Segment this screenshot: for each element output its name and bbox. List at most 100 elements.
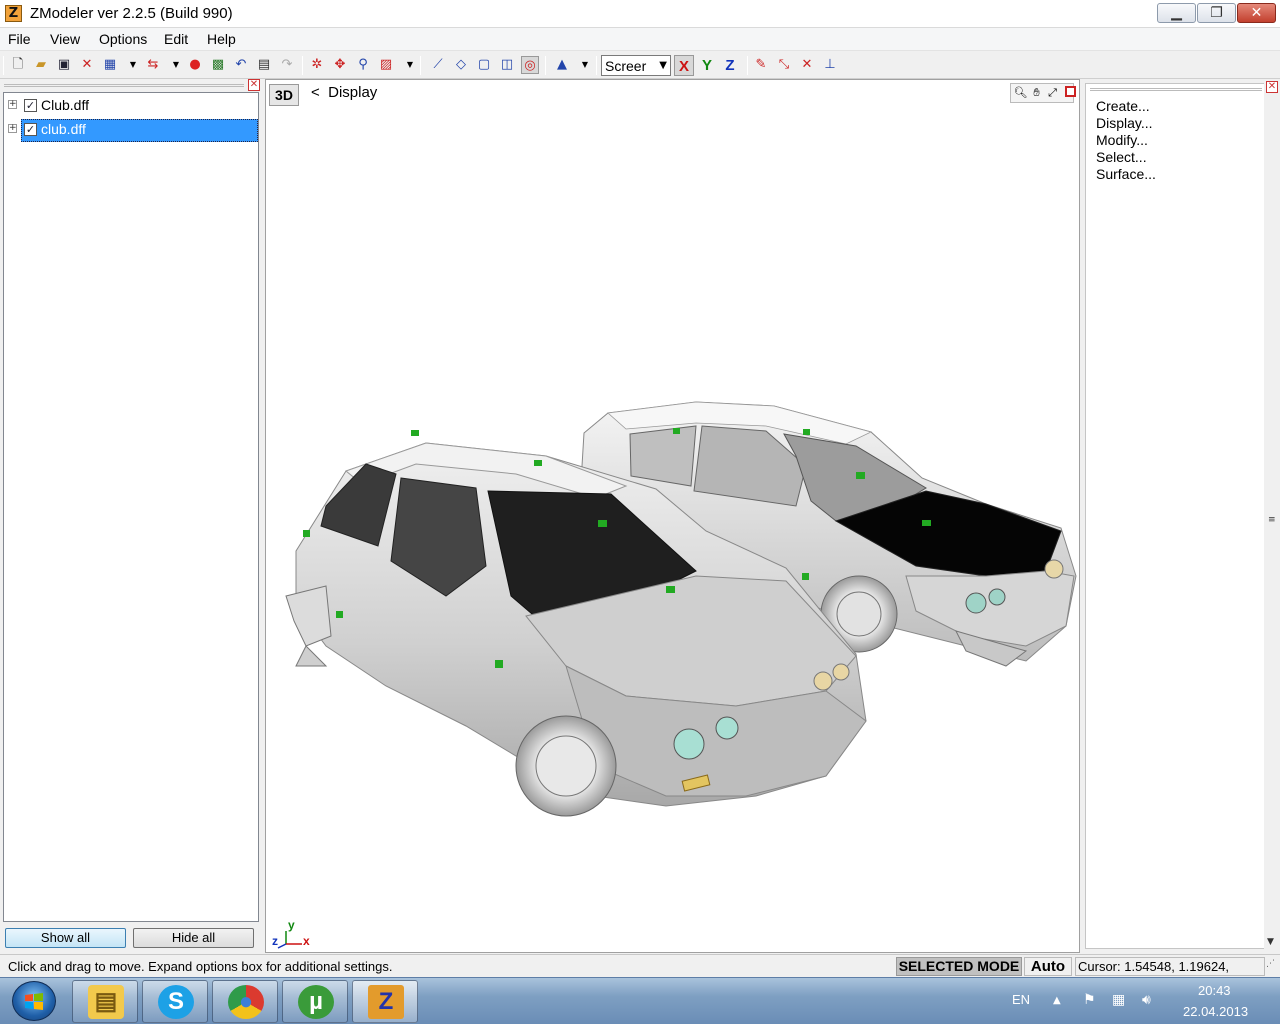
maximize-viewport-icon[interactable] — [1065, 86, 1076, 97]
windows-taskbar: ▤ S ● µ Z EN ▲ ⚑ ▦ 🔊︎ 20:43 22.04.2013 — [0, 977, 1280, 1024]
box-icon[interactable]: ◫ — [498, 56, 516, 74]
menu-options[interactable]: Options — [99, 31, 147, 47]
save-icon[interactable]: ▣ — [55, 56, 73, 74]
show-hidden-icons-icon[interactable]: ▲ — [1053, 995, 1061, 1006]
tools-dropdown-icon[interactable]: ▼ — [406, 56, 414, 74]
utorrent-icon: µ — [298, 985, 334, 1019]
rotate-icon[interactable]: ⚲ — [354, 56, 372, 74]
resize-grip-icon[interactable]: ⋰ — [1266, 959, 1275, 969]
clock-time[interactable]: 20:43 — [1198, 983, 1231, 998]
select-icon[interactable]: ✲ — [308, 56, 326, 74]
visibility-checkbox[interactable]: ✓ — [24, 123, 37, 136]
maximize-button[interactable]: ❐ — [1197, 3, 1236, 23]
taskbar-chrome-button[interactable]: ● — [212, 980, 278, 1023]
gizmo-x-label: x — [303, 934, 310, 948]
expand-icon[interactable]: + — [8, 124, 17, 133]
visibility-checkbox[interactable]: ✓ — [24, 99, 37, 112]
redo-icon[interactable]: ↷ — [278, 56, 296, 74]
taskbar-zmodeler-button[interactable]: Z — [352, 980, 418, 1023]
hide-all-button[interactable]: Hide all — [133, 928, 254, 948]
view-mode-select[interactable]: Screer ▼ — [601, 55, 671, 76]
zmodeler-app-icon[interactable]: Z — [5, 5, 22, 22]
zoom-icon[interactable]: 🔍︎ — [1013, 85, 1028, 101]
start-button[interactable] — [12, 981, 56, 1021]
toolbar-separator — [3, 56, 4, 75]
chevron-down-icon: ▼ — [659, 60, 667, 71]
tree-item-selected[interactable]: + ✓ club.dff — [5, 119, 258, 142]
command-modify[interactable]: Modify... — [1096, 132, 1148, 148]
taskbar-skype-button[interactable]: S — [142, 980, 208, 1023]
record-icon[interactable]: ● — [186, 56, 204, 74]
axis-y-lock-icon[interactable]: ⤡ — [775, 56, 793, 74]
taskbar-explorer-button[interactable]: ▤ — [72, 980, 138, 1023]
action-center-flag-icon[interactable]: ⚑ — [1083, 992, 1096, 1008]
command-display[interactable]: Display... — [1096, 115, 1153, 131]
viewport-header: 3D < Display 🔍︎ ✋︎ ⤢ — [266, 80, 1079, 106]
gizmo-y-label: y — [288, 918, 295, 932]
move-icon[interactable]: ✥ — [331, 56, 349, 74]
menu-help[interactable]: Help — [207, 31, 236, 47]
object-icon[interactable]: ▢ — [475, 56, 493, 74]
volume-icon[interactable]: 🔊︎ — [1142, 992, 1151, 1008]
fit-view-icon[interactable]: ⤢ — [1045, 85, 1060, 101]
scale-icon[interactable]: ▨ — [377, 56, 395, 74]
export-dropdown-icon[interactable]: ▼ — [172, 56, 180, 74]
vertex-icon[interactable]: ⟋ — [429, 56, 447, 74]
clock-date[interactable]: 22.04.2013 — [1183, 1004, 1248, 1019]
scroll-grip-icon[interactable]: ≡ — [1268, 515, 1276, 525]
command-select[interactable]: Select... — [1096, 149, 1147, 165]
network-icon[interactable]: ▦ — [1112, 992, 1125, 1008]
taskbar-utorrent-button[interactable]: µ — [282, 980, 348, 1023]
menu-edit[interactable]: Edit — [164, 31, 188, 47]
auto-mode-indicator[interactable]: Auto — [1024, 957, 1072, 976]
axis-all-icon[interactable]: ⊥ — [821, 56, 839, 74]
viewport-breadcrumb[interactable]: < Display — [311, 84, 377, 101]
back-icon[interactable]: < — [311, 84, 320, 101]
command-panel-scrollbar[interactable]: ✕ ≡ ▼ — [1264, 79, 1280, 953]
open-icon[interactable]: ▰ — [32, 56, 50, 74]
axis-z-button[interactable]: Z — [720, 55, 740, 76]
3d-viewport[interactable]: 3D < Display 🔍︎ ✋︎ ⤢ y x z — [265, 79, 1080, 953]
command-list: Create... Display... Modify... Select...… — [1085, 83, 1265, 949]
axis-x-lock-icon[interactable]: ✎ — [752, 56, 770, 74]
material-icon[interactable]: ▩ — [209, 56, 227, 74]
panel-header: ✕ — [4, 79, 260, 92]
new-icon[interactable]: 🗋 — [9, 56, 27, 74]
pan-hand-icon[interactable]: ✋︎ — [1029, 85, 1044, 101]
axis-z-lock-icon[interactable]: ✕ — [798, 56, 816, 74]
export-icon[interactable]: ⇆ — [144, 56, 162, 74]
menu-file[interactable]: File — [8, 31, 31, 47]
command-surface[interactable]: Surface... — [1096, 166, 1156, 182]
polygon-icon[interactable]: ◇ — [452, 56, 470, 74]
language-indicator[interactable]: EN — [1012, 992, 1030, 1007]
expand-icon[interactable]: + — [8, 100, 17, 109]
import-icon[interactable]: ▦ — [101, 56, 119, 74]
tree-item-label[interactable]: Club.dff — [39, 97, 91, 113]
command-create[interactable]: Create... — [1096, 98, 1150, 114]
minimize-button[interactable]: ▁ — [1157, 3, 1196, 23]
panel-grip[interactable] — [4, 84, 244, 87]
menu-view[interactable]: View — [50, 31, 80, 47]
properties-icon[interactable]: ▤ — [255, 56, 273, 74]
selection-mode-indicator[interactable]: SELECTED MODE — [896, 957, 1022, 976]
close-button[interactable]: ✕ — [1237, 3, 1276, 23]
cylinder-icon[interactable]: ◎ — [521, 56, 539, 74]
zmodeler-window: Z ZModeler ver 2.2.5 (Build 990) ▁ ❐ ✕ F… — [0, 0, 1280, 1024]
delete-icon[interactable]: ✕ — [78, 56, 96, 74]
tree-item-label[interactable]: club.dff — [39, 121, 88, 137]
import-dropdown-icon[interactable]: ▼ — [129, 56, 137, 74]
close-panel-icon[interactable]: ✕ — [1266, 81, 1278, 93]
undo-icon[interactable]: ↶ — [232, 56, 250, 74]
viewport-mode-button[interactable]: 3D — [269, 84, 299, 106]
panel-grip[interactable] — [1090, 88, 1262, 91]
close-panel-icon[interactable]: ✕ — [248, 79, 260, 91]
light-dropdown-icon[interactable]: ▼ — [581, 56, 589, 74]
scene-render[interactable] — [266, 106, 1079, 926]
light-icon[interactable]: ▲ — [553, 56, 571, 74]
tree-item[interactable]: + ✓ Club.dff — [5, 95, 257, 117]
axis-x-button[interactable]: X — [674, 55, 694, 76]
show-all-button[interactable]: Show all — [5, 928, 126, 948]
axis-y-button[interactable]: Y — [697, 55, 717, 76]
scroll-down-icon[interactable]: ▼ — [1267, 937, 1274, 947]
scene-tree: + ✓ Club.dff + ✓ club.dff — [3, 92, 259, 922]
